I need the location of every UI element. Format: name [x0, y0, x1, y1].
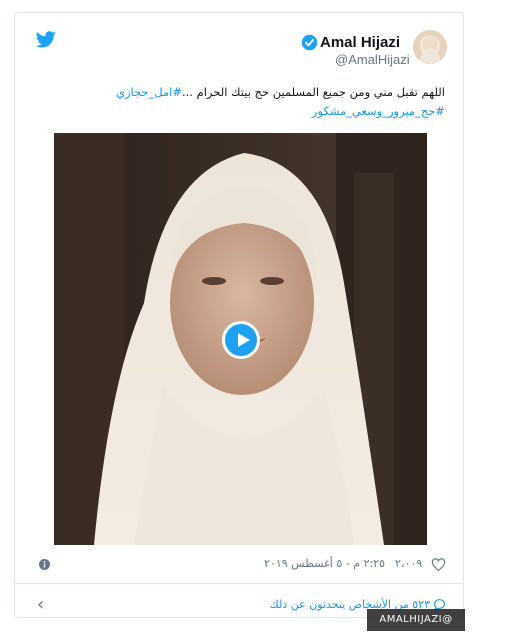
tweet-body: اللهم تقبل مني ومن جميع المسلمين حج بيتك… [182, 85, 445, 99]
chevron-left-icon[interactable]: ‹ [37, 596, 44, 614]
avatar[interactable] [413, 30, 447, 64]
embedded-tweet-card: Amal Hijazi @AmalHijazi اللهم تقبل مني و… [14, 12, 464, 618]
watermark: AMALHIJAZI@ [367, 609, 465, 631]
divider [15, 583, 463, 584]
verified-badge-icon [301, 34, 318, 51]
display-name[interactable]: Amal Hijazi [320, 34, 400, 51]
user-handle[interactable]: @AmalHijazi [335, 52, 410, 67]
video-thumbnail[interactable] [54, 133, 427, 545]
hashtag-link[interactable]: #امل_حجازي [116, 85, 182, 99]
tweet-text: اللهم تقبل مني ومن جميع المسلمين حج بيتك… [105, 83, 445, 121]
like-count[interactable]: ٢،٠٠٩ [395, 557, 422, 570]
info-icon[interactable] [39, 559, 50, 570]
tweet-timestamp[interactable]: ٢:٢٥ م - ٥ أغسطس ٢٠١٩ [255, 557, 385, 570]
heart-icon[interactable] [431, 558, 446, 571]
twitter-bird-icon[interactable] [36, 31, 56, 48]
hashtag-link[interactable]: #حج_مبرور_وسعي_مشكور [312, 104, 445, 118]
play-icon[interactable] [222, 321, 260, 359]
